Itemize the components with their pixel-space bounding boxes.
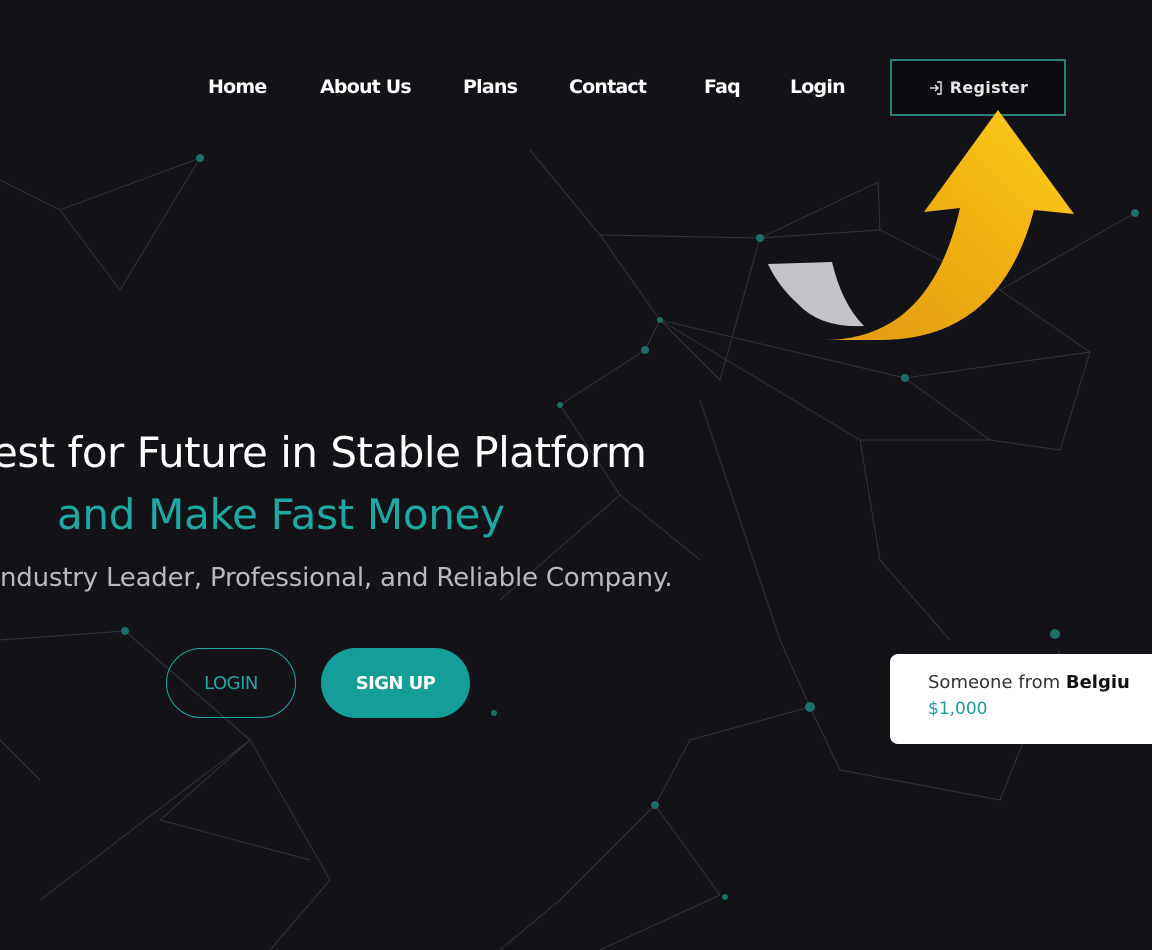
signup-button[interactable]: SIGN UP — [321, 648, 470, 718]
nav-contact[interactable]: Contact — [569, 76, 647, 98]
sign-in-icon — [928, 80, 944, 96]
nav-home[interactable]: Home — [208, 76, 267, 98]
register-label: Register — [949, 78, 1029, 97]
notification-amount: $1,000 — [928, 699, 988, 719]
notification-text: Someone from Belgiu — [928, 672, 1152, 693]
nav-login[interactable]: Login — [790, 76, 846, 98]
curved-arrow-icon — [768, 110, 1074, 340]
nav-faq[interactable]: Faq — [704, 76, 741, 98]
login-button[interactable]: LOGIN — [166, 648, 296, 718]
hero-description: ndustry Leader, Professional, and Reliab… — [0, 563, 673, 593]
nav-plans[interactable]: Plans — [463, 76, 518, 98]
notification-country: Belgiu — [1065, 672, 1130, 693]
hero-title: est for Future in Stable Platform — [0, 428, 647, 477]
hero-subtitle: and Make Fast Money — [57, 490, 505, 539]
notification-prefix: Someone from — [928, 672, 1066, 693]
nav-about-us[interactable]: About Us — [320, 76, 412, 98]
investment-notification: Someone from Belgiu $1,000 — [890, 654, 1152, 744]
